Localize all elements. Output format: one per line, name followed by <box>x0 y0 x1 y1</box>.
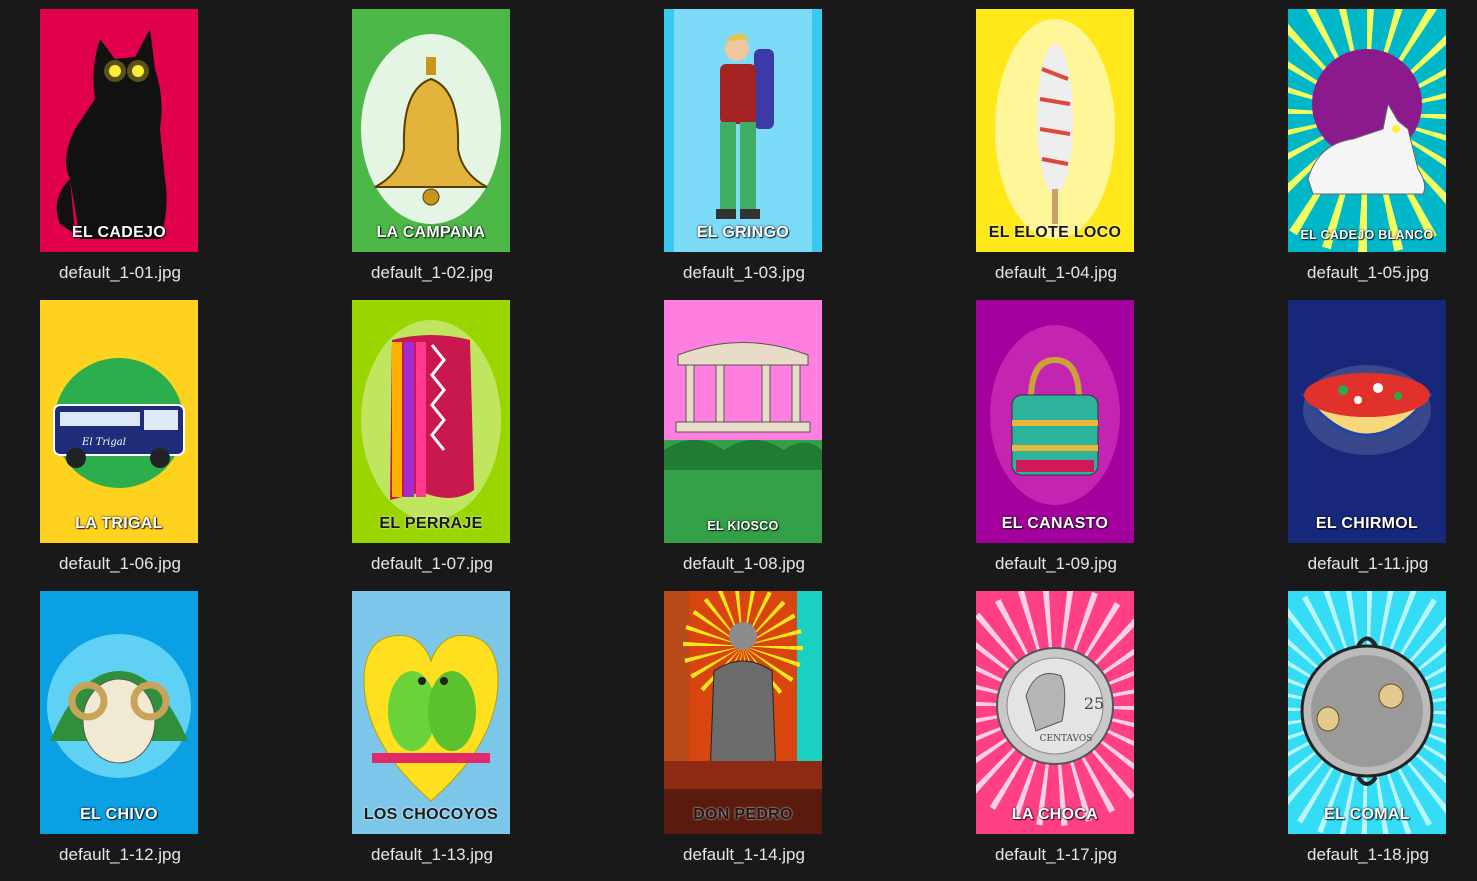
card-artwork <box>664 300 822 543</box>
file-tile[interactable]: EL CADEJO BLANCO default_1-05.jpg <box>1248 9 1477 299</box>
file-thumbnail[interactable]: EL COMAL <box>1288 591 1446 834</box>
file-thumbnail[interactable]: EL PERRAJE <box>352 300 510 543</box>
card-title-text: LA TRIGAL <box>75 515 163 532</box>
file-thumbnail[interactable]: 25 CENTAVOS LA CHOCA <box>976 591 1134 834</box>
file-thumbnail[interactable]: EL CADEJO <box>40 9 198 252</box>
file-tile[interactable]: EL ELOTE LOCO default_1-04.jpg <box>936 9 1186 299</box>
card-title-text: EL COMAL <box>1324 806 1410 823</box>
bus-sign-text: El Trigal <box>81 437 126 448</box>
file-thumbnail[interactable]: EL GRINGO <box>664 9 822 252</box>
card-artwork <box>352 591 510 834</box>
file-name-label[interactable]: default_1-02.jpg <box>312 263 552 283</box>
file-tile[interactable]: EL PERRAJE default_1-07.jpg <box>312 300 562 590</box>
file-name-label[interactable]: default_1-12.jpg <box>0 845 240 865</box>
card-artwork <box>1288 9 1446 252</box>
card-artwork <box>976 9 1134 252</box>
file-grid: EL CADEJO default_1-01.jpg LA CAMPANA defa… <box>0 0 1477 876</box>
card-title-text: EL KIOSCO <box>707 519 779 533</box>
card-title-text: EL GRINGO <box>696 224 790 241</box>
file-name-label[interactable]: default_1-08.jpg <box>624 554 864 574</box>
card-title-text: LA CAMPANA <box>376 224 486 241</box>
file-tile[interactable]: EL GRINGO default_1-03.jpg <box>624 9 874 299</box>
file-name-label[interactable]: default_1-13.jpg <box>312 845 552 865</box>
file-name-label[interactable]: default_1-04.jpg <box>936 263 1176 283</box>
coin-inscription-text: CENTAVOS <box>1040 734 1093 744</box>
card-artwork <box>976 300 1134 543</box>
card-artwork: El Trigal <box>40 300 198 543</box>
file-name-label[interactable]: default_1-05.jpg <box>1248 263 1477 283</box>
card-artwork <box>1288 300 1446 543</box>
card-artwork <box>664 9 822 252</box>
card-title-text: EL CADEJO BLANCO <box>1300 228 1434 242</box>
card-title-text: EL CHIRMOL <box>1315 515 1419 532</box>
card-title-text: EL ELOTE LOCO <box>988 224 1122 241</box>
file-name-label[interactable]: default_1-01.jpg <box>0 263 240 283</box>
file-thumbnail[interactable]: EL CHIRMOL <box>1288 300 1446 543</box>
card-artwork <box>40 591 198 834</box>
card-artwork <box>352 300 510 543</box>
card-artwork <box>1288 591 1446 834</box>
file-thumbnail[interactable]: EL CHIVO <box>40 591 198 834</box>
card-title-text: EL CADEJO <box>72 224 166 241</box>
card-title-text: EL CANASTO <box>1001 515 1109 532</box>
file-tile[interactable]: 25 CENTAVOS LA CHOCA default_1-17.jpg <box>936 591 1186 881</box>
file-name-label[interactable]: default_1-18.jpg <box>1248 845 1477 865</box>
file-thumbnail[interactable]: DON PEDRO <box>664 591 822 834</box>
file-name-label[interactable]: default_1-14.jpg <box>624 845 864 865</box>
file-thumbnail[interactable]: EL ELOTE LOCO <box>976 9 1134 252</box>
coin-value-text: 25 <box>1084 694 1104 713</box>
file-tile[interactable]: DON PEDRO default_1-14.jpg <box>624 591 874 881</box>
card-title-text: DON PEDRO <box>693 806 793 823</box>
card-artwork <box>40 9 198 252</box>
card-artwork <box>352 9 510 252</box>
file-tile[interactable]: LOS CHOCOYOS default_1-13.jpg <box>312 591 562 881</box>
file-tile[interactable]: EL KIOSCO default_1-08.jpg <box>624 300 874 590</box>
file-name-label[interactable]: default_1-07.jpg <box>312 554 552 574</box>
file-tile[interactable]: EL CADEJO default_1-01.jpg <box>0 9 250 299</box>
card-title-text: EL CHIVO <box>80 806 158 823</box>
file-tile[interactable]: EL COMAL default_1-18.jpg <box>1248 591 1477 881</box>
file-thumbnail[interactable]: EL CANASTO <box>976 300 1134 543</box>
file-tile[interactable]: El Trigal LA TRIGAL default_1-06.jpg <box>0 300 250 590</box>
file-name-label[interactable]: default_1-03.jpg <box>624 263 864 283</box>
file-name-label[interactable]: default_1-06.jpg <box>0 554 240 574</box>
card-artwork <box>664 591 822 834</box>
file-thumbnail[interactable]: LOS CHOCOYOS <box>352 591 510 834</box>
file-thumbnail[interactable]: EL KIOSCO <box>664 300 822 543</box>
file-thumbnail[interactable]: LA CAMPANA <box>352 9 510 252</box>
card-title-text: LA CHOCA <box>1011 806 1099 823</box>
file-thumbnail[interactable]: El Trigal LA TRIGAL <box>40 300 198 543</box>
file-tile[interactable]: LA CAMPANA default_1-02.jpg <box>312 9 562 299</box>
file-tile[interactable]: EL CANASTO default_1-09.jpg <box>936 300 1186 590</box>
card-title-text: LOS CHOCOYOS <box>363 806 499 823</box>
card-title-text: EL PERRAJE <box>379 515 483 532</box>
card-artwork: 25 CENTAVOS <box>976 591 1134 834</box>
file-name-label[interactable]: default_1-11.jpg <box>1248 554 1477 574</box>
file-thumbnail[interactable]: EL CADEJO BLANCO <box>1288 9 1446 252</box>
file-tile[interactable]: EL CHIVO default_1-12.jpg <box>0 591 250 881</box>
file-tile[interactable]: EL CHIRMOL default_1-11.jpg <box>1248 300 1477 590</box>
file-name-label[interactable]: default_1-17.jpg <box>936 845 1176 865</box>
file-name-label[interactable]: default_1-09.jpg <box>936 554 1176 574</box>
